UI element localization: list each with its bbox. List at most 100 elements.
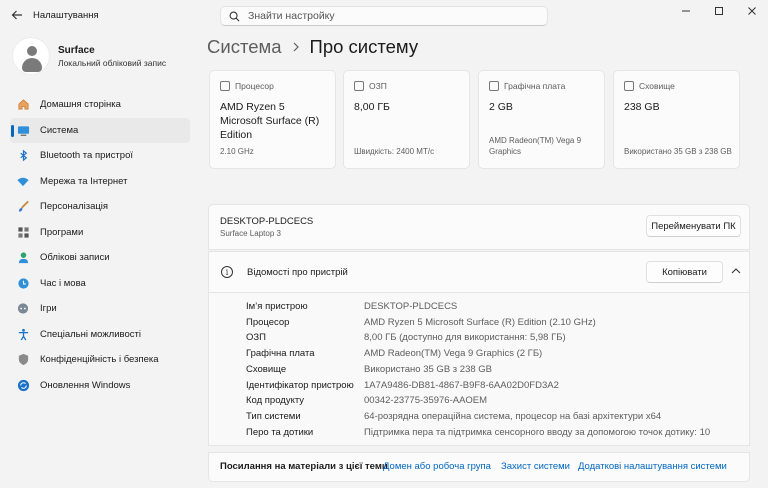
apps-icon xyxy=(16,225,30,239)
user-profile[interactable]: Surface Локальний обліковий запис xyxy=(12,37,166,75)
link-domain-workgroup[interactable]: Домен або робоча група xyxy=(383,461,491,472)
sidebar-item-bluetooth[interactable]: Bluetooth та пристрої xyxy=(10,143,190,169)
sidebar-item-home[interactable]: Домашня сторінка xyxy=(10,92,190,118)
sidebar-item-personalization[interactable]: Персоналізація xyxy=(10,194,190,220)
ram-card: ОЗП 8,00 ГБ Швидкість: 2400 МТ/с xyxy=(343,70,470,169)
spec-key: Тип системи xyxy=(246,410,301,422)
update-icon xyxy=(16,378,30,392)
spec-key: Графічна плата xyxy=(246,348,315,360)
home-icon xyxy=(16,98,30,112)
chevron-right-icon xyxy=(292,40,300,55)
spec-value: AMD Ryzen 5 Microsoft Surface (R) Editio… xyxy=(364,316,596,328)
device-specs-header[interactable]: i Відомості про пристрій Копіювати xyxy=(208,251,750,293)
sidebar-item-label: Система xyxy=(40,124,79,136)
spec-value: DESKTOP-PLDCECS xyxy=(364,301,458,312)
spec-row: Ідентифікатор пристрою 1A7A9486-DB81-486… xyxy=(209,380,749,396)
sidebar-item-time-language[interactable]: Час і мова xyxy=(10,271,190,297)
device-name: DESKTOP-PLDCECS xyxy=(220,216,314,227)
spec-value: 00342-23775-35976-AAOEM xyxy=(364,395,488,407)
chevron-up-icon[interactable] xyxy=(731,266,741,276)
app-title: Налаштування xyxy=(33,10,99,21)
minimize-icon[interactable] xyxy=(669,0,702,22)
storage-card: Сховище 238 GB Використано 35 GB з 238 G… xyxy=(613,70,740,169)
related-links-title: Посилання на матеріали з цієї теми xyxy=(220,461,388,472)
avatar xyxy=(12,37,50,75)
spec-row: Сховище Використано 35 GB з 238 GB xyxy=(209,364,749,380)
sidebar-nav: Домашня сторінка Система Bluetooth та пр… xyxy=(10,92,190,398)
spec-row: Ім’я пристрою DESKTOP-PLDCECS xyxy=(209,301,749,317)
shield-icon xyxy=(16,353,30,367)
back-arrow-icon[interactable] xyxy=(8,6,26,24)
device-specs-list: Ім’я пристрою DESKTOP-PLDCECS Процесор A… xyxy=(208,293,750,446)
card-value: 238 GB xyxy=(624,101,660,113)
profile-name: Surface xyxy=(58,44,95,56)
maximize-icon[interactable] xyxy=(702,0,735,22)
sidebar-item-label: Мережа та Інтернет xyxy=(40,175,128,187)
card-subtitle: Використано 35 GB з 238 GB xyxy=(624,147,732,156)
brush-icon xyxy=(16,200,30,214)
wifi-icon xyxy=(16,174,30,188)
link-system-protection[interactable]: Захист системи xyxy=(501,461,570,472)
sidebar-item-accessibility[interactable]: Спеціальні можливості xyxy=(10,322,190,348)
sidebar-item-label: Конфіденційність і безпека xyxy=(40,354,159,366)
close-icon[interactable] xyxy=(735,0,768,22)
page-title: Про систему xyxy=(309,36,419,57)
search-box[interactable] xyxy=(220,6,548,26)
accessibility-icon xyxy=(16,327,30,341)
card-subtitle: AMD Radeon(TM) Vega 9 Graphics xyxy=(489,136,582,156)
spec-value: 64-розрядна операційна система, процесор… xyxy=(364,410,662,422)
spec-key: Код продукту xyxy=(246,395,305,407)
spec-row: Тип системи 64-розрядна операційна систе… xyxy=(209,411,749,427)
sidebar-item-network[interactable]: Мережа та Інтернет xyxy=(10,169,190,195)
sidebar-item-label: Облікові записи xyxy=(40,252,110,264)
card-label: Процесор xyxy=(235,81,274,91)
spec-key: Ім’я пристрою xyxy=(246,301,308,312)
breadcrumb-parent[interactable]: Система xyxy=(207,36,282,58)
device-name-row: DESKTOP-PLDCECS Surface Laptop 3 Перейме… xyxy=(208,204,750,250)
sidebar-item-accounts[interactable]: Облікові записи xyxy=(10,245,190,271)
spec-key: Ідентифікатор пристрою xyxy=(246,379,354,391)
spec-value: Використано 35 GB з 238 GB xyxy=(364,363,493,375)
sidebar-item-apps[interactable]: Програми xyxy=(10,220,190,246)
sidebar-item-label: Час і мова xyxy=(40,277,86,289)
breadcrumb: Система Про систему xyxy=(207,36,418,58)
spec-row: Перо та дотики Підтримка пера та підтрим… xyxy=(209,427,749,443)
profile-subtitle: Локальний обліковий запис xyxy=(58,57,167,68)
search-input[interactable] xyxy=(248,10,528,22)
processor-icon xyxy=(220,81,230,91)
sidebar-item-gaming[interactable]: Ігри xyxy=(10,296,190,322)
card-value: 8,00 ГБ xyxy=(354,101,390,113)
info-icon: i xyxy=(221,266,233,278)
spec-value: 1A7A9486-DB81-4867-B9F8-6AA02D0FD3A2 xyxy=(364,379,559,391)
sidebar-item-windows-update[interactable]: Оновлення Windows xyxy=(10,373,190,399)
card-value: AMD Ryzen 5 Microsoft Surface (R) Editio… xyxy=(220,101,320,141)
copy-button[interactable]: Копіювати xyxy=(646,261,723,283)
card-label: Графічна плата xyxy=(504,81,566,91)
sidebar-item-label: Персоналізація xyxy=(40,201,109,213)
sidebar-item-label: Оновлення Windows xyxy=(40,379,131,391)
sidebar-item-label: Bluetooth та пристрої xyxy=(40,150,133,162)
title-bar: Налаштування xyxy=(0,0,768,32)
graphics-icon xyxy=(489,81,499,91)
spec-row: Код продукту 00342-23775-35976-AAOEM xyxy=(209,395,749,411)
sidebar-item-privacy[interactable]: Конфіденційність і безпека xyxy=(10,347,190,373)
rename-pc-button[interactable]: Перейменувати ПК xyxy=(646,215,741,237)
graphics-card: Графічна плата 2 GB AMD Radeon(TM) Vega … xyxy=(478,70,605,169)
card-subtitle: 2.10 GHz xyxy=(220,147,254,156)
bluetooth-icon xyxy=(16,149,30,163)
sidebar-item-label: Ігри xyxy=(40,303,57,315)
spec-row: Графічна плата AMD Radeon(TM) Vega 9 Gra… xyxy=(209,348,749,364)
spec-key: ОЗП xyxy=(246,332,266,344)
ram-icon xyxy=(354,81,364,91)
sidebar-item-system[interactable]: Система xyxy=(10,117,190,143)
spec-key: Сховище xyxy=(246,363,287,375)
time-language-icon xyxy=(16,276,30,290)
device-model: Surface Laptop 3 xyxy=(220,229,281,238)
card-subtitle: Швидкість: 2400 МТ/с xyxy=(354,147,435,156)
card-label: ОЗП xyxy=(369,81,387,91)
sidebar-item-label: Спеціальні можливості xyxy=(40,328,141,340)
link-advanced-system-settings[interactable]: Додаткові налаштування системи xyxy=(578,461,727,472)
card-label: Сховище xyxy=(639,81,675,91)
accounts-icon xyxy=(16,251,30,265)
related-links: Посилання на матеріали з цієї теми Домен… xyxy=(208,452,750,482)
